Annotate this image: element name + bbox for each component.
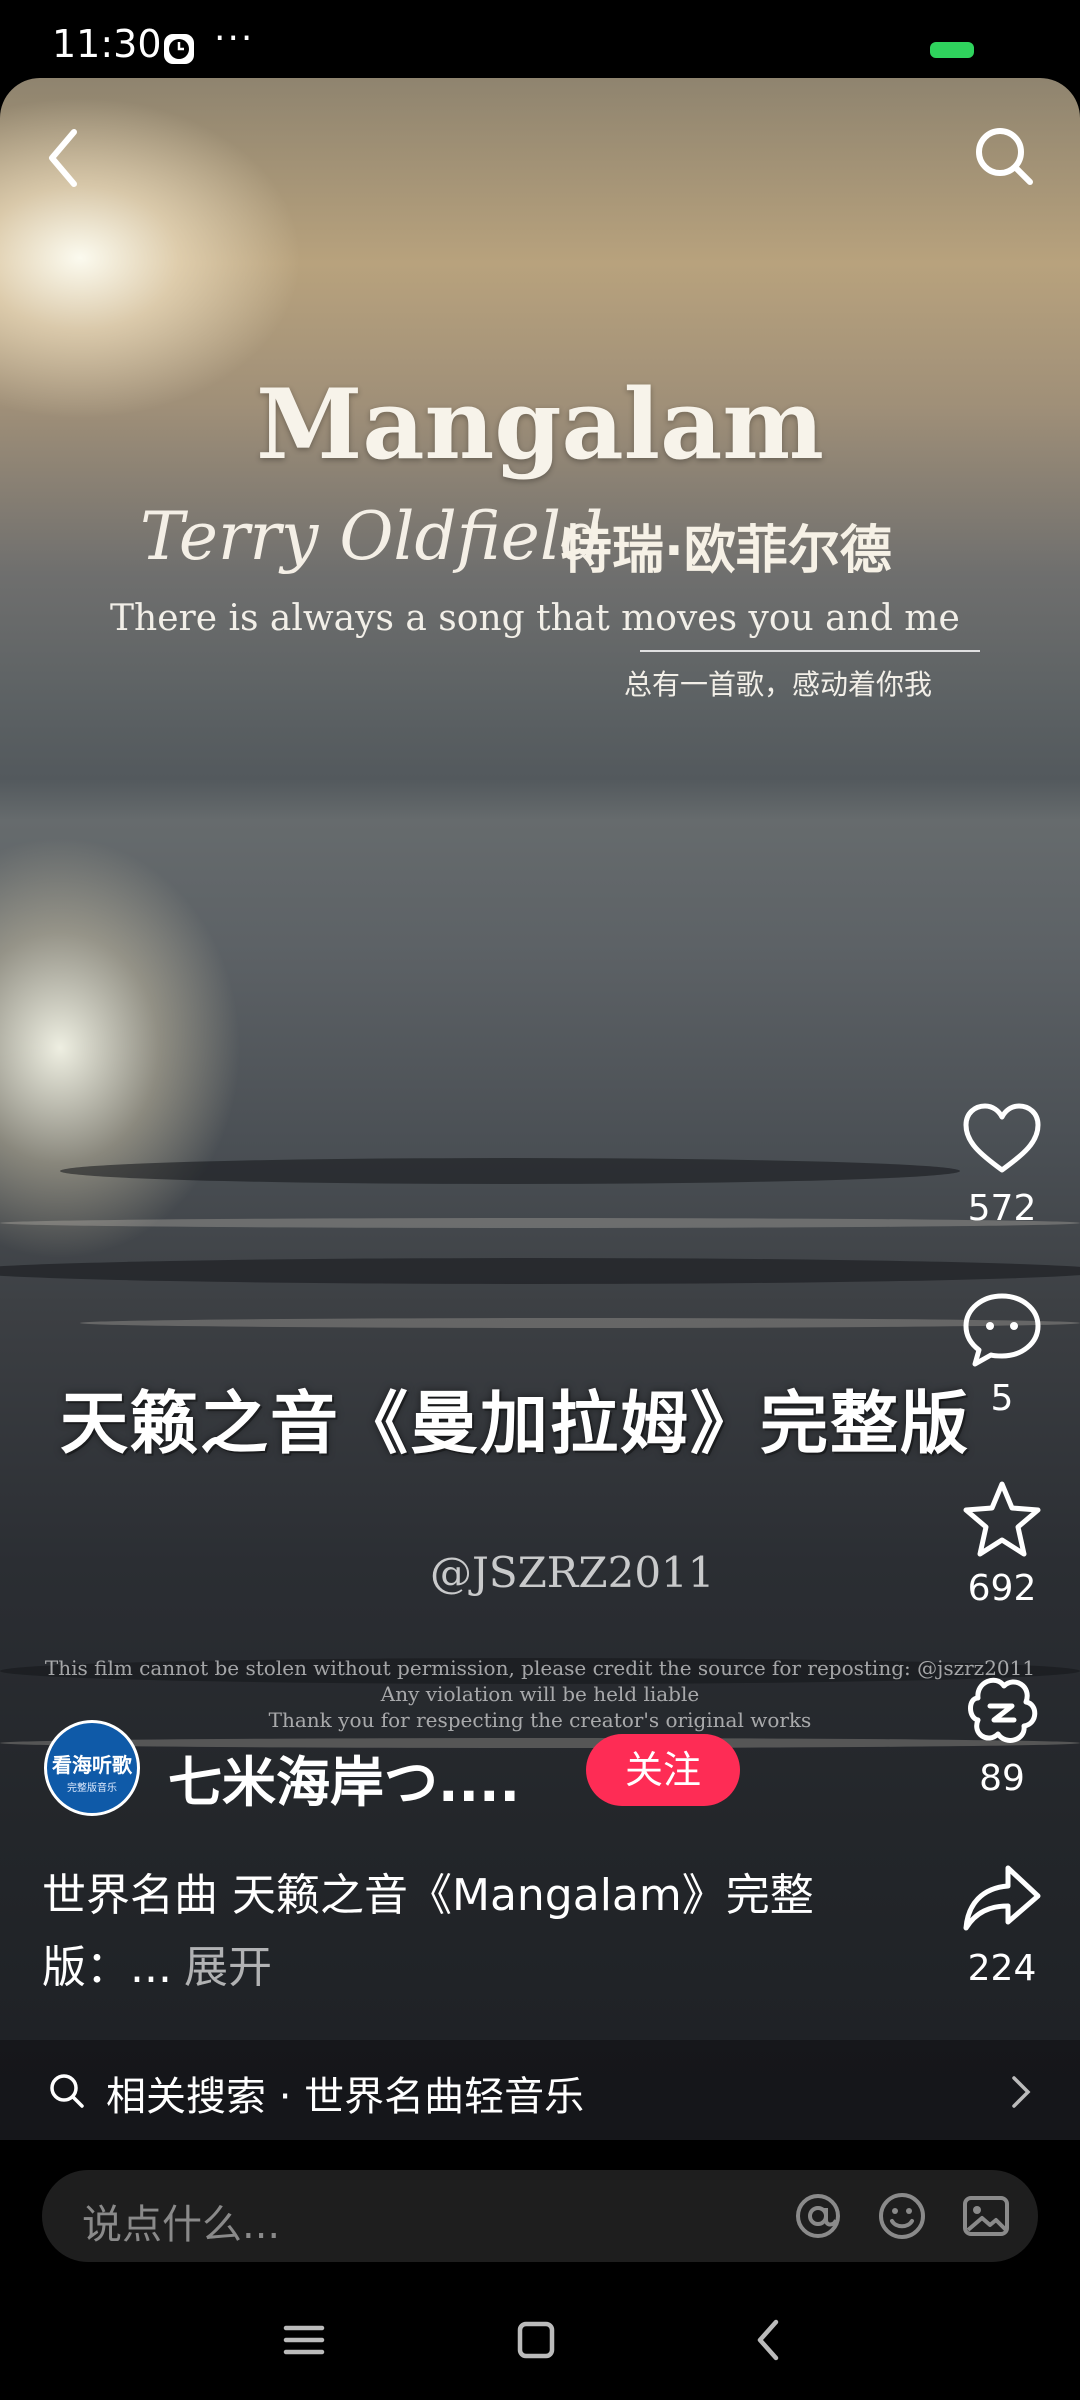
wave xyxy=(0,1218,1080,1228)
avatar[interactable]: 看海听歌 完整版音乐 xyxy=(44,1720,140,1816)
star-icon xyxy=(963,1481,1041,1557)
sea-glow xyxy=(0,838,240,1258)
avatar-label: 看海听歌 xyxy=(52,1753,132,1777)
comment-bar: 说点什么... xyxy=(0,2140,1080,2280)
tagline-en-text: There is always a song that moves you an… xyxy=(110,598,960,639)
gift-count: 89 xyxy=(979,1758,1025,1799)
heart-icon xyxy=(963,1103,1041,1173)
comment-count: 5 xyxy=(990,1378,1014,1419)
wave xyxy=(60,1158,960,1184)
status-bar: 11:30 ··· xyxy=(0,0,1080,78)
search-icon[interactable] xyxy=(970,122,1040,192)
artist-cn-text: 特瑞·欧菲尔德 xyxy=(560,521,892,581)
share-button[interactable]: 224 xyxy=(952,1858,1052,1989)
related-search-text: 相关搜索 · 世界名曲轻音乐 xyxy=(106,2074,585,2120)
chevron-right-icon xyxy=(1012,2076,1031,2108)
home-icon[interactable] xyxy=(512,2316,560,2364)
avatar-sublabel: 完整版音乐 xyxy=(67,1783,117,1794)
favorite-count: 692 xyxy=(967,1568,1037,1609)
image-icon[interactable] xyxy=(960,2190,1012,2242)
menu-icon[interactable] xyxy=(280,2316,328,2364)
like-count: 572 xyxy=(967,1188,1037,1229)
back-arrow-icon[interactable] xyxy=(40,126,90,190)
follow-button[interactable]: 关注 xyxy=(586,1734,740,1806)
watermark-line: This film cannot be stolen without permi… xyxy=(44,1656,1036,1680)
share-count: 224 xyxy=(967,1948,1037,1989)
watermark-line: Any violation will be held liable xyxy=(380,1682,700,1706)
gift-icon xyxy=(968,1677,1038,1743)
expand-link[interactable]: 展开 xyxy=(184,1942,272,1993)
system-nav-bar xyxy=(0,2280,1080,2400)
comment-button[interactable]: 5 xyxy=(952,1288,1052,1419)
wave xyxy=(0,1258,1080,1284)
search-icon xyxy=(50,2074,84,2108)
clock-icon xyxy=(164,34,194,64)
at-icon[interactable] xyxy=(792,2190,844,2242)
status-time: 11:30 xyxy=(52,22,162,66)
like-button[interactable]: 572 xyxy=(952,1098,1052,1229)
status-more-icon: ··· xyxy=(214,18,255,59)
comment-placeholder: 说点什么... xyxy=(82,2202,281,2248)
video-title-text: Mangalam xyxy=(256,368,824,481)
video-caption[interactable]: 世界名曲 天籁之音《Mangalam》完整版：... 展开 xyxy=(42,1860,882,2004)
related-search-bar[interactable]: 相关搜索 · 世界名曲轻音乐 xyxy=(0,2040,1080,2140)
wave xyxy=(0,1738,1080,1748)
comment-input[interactable]: 说点什么... xyxy=(42,2170,1038,2262)
author-name[interactable]: 七米海岸つ.... xyxy=(168,1738,520,1817)
wave xyxy=(80,1318,1080,1328)
divider xyxy=(640,650,980,652)
caption-text: 世界名曲 天籁之音《Mangalam》完整版：... xyxy=(42,1870,814,1993)
watermark-line: Thank you for respecting the creator's o… xyxy=(268,1708,812,1732)
tagline-cn-text: 总有一首歌，感动着你我 xyxy=(624,668,933,701)
favorite-button[interactable]: 692 xyxy=(952,1478,1052,1609)
gift-button[interactable]: 89 xyxy=(952,1668,1052,1799)
video-player[interactable]: Mangalam Terry Oldfield 特瑞·欧菲尔德 There is… xyxy=(0,78,1080,2140)
emoji-icon[interactable] xyxy=(876,2190,928,2242)
overlay-title-text: 天籁之音《曼加拉姆》完整版 xyxy=(60,1385,971,1464)
watermark-logo: @JSZRZ2011 xyxy=(430,1548,715,1597)
comment-bubble-icon xyxy=(963,1293,1041,1367)
back-icon[interactable] xyxy=(746,2316,794,2364)
artist-en-text: Terry Oldfield xyxy=(140,498,604,575)
share-arrow-icon xyxy=(963,1865,1041,1931)
battery-icon xyxy=(930,42,974,58)
